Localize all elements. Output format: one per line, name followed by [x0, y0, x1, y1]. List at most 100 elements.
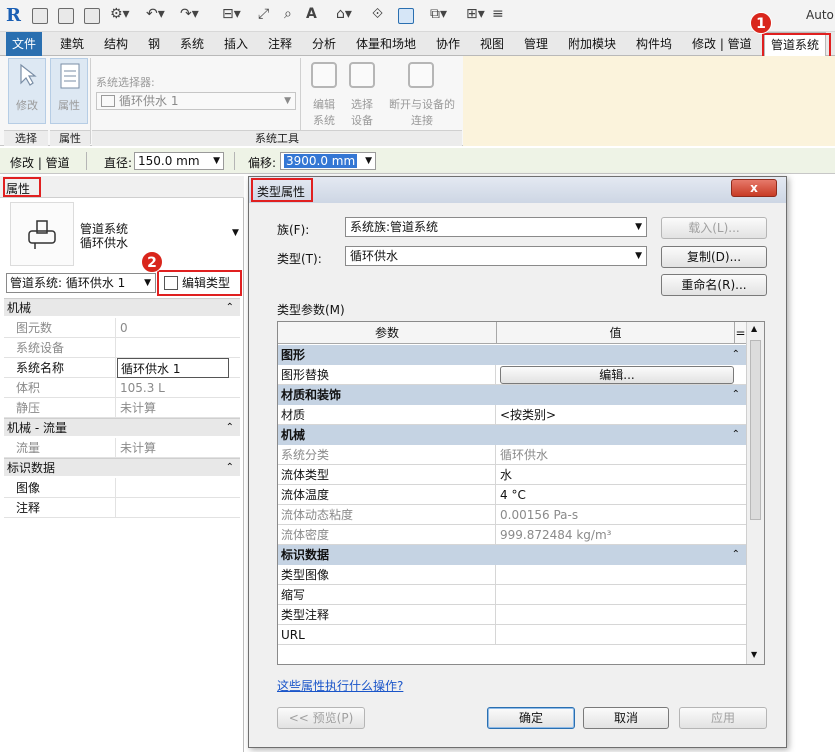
thin-lines-icon[interactable] [398, 8, 414, 24]
revit-logo-icon[interactable]: R [6, 5, 21, 26]
parameter-value[interactable]: 水 [497, 465, 746, 485]
scroll-up-icon[interactable]: ▲ [751, 324, 757, 333]
property-row[interactable]: 图元数 0 [4, 318, 240, 338]
parameter-value[interactable]: 999.872484 kg/m³ [497, 525, 746, 545]
parameter-group[interactable]: 材质和装饰 ⌃ [278, 385, 746, 405]
duplicate-button[interactable]: 复制(D)... [661, 246, 767, 268]
property-row[interactable]: 系统名称 循环供水 1 [4, 358, 240, 378]
ok-button[interactable]: 确定 [487, 707, 575, 729]
property-row[interactable]: 静压 未计算 [4, 398, 240, 418]
system-selector-dropdown[interactable]: 循环供水 1 ▼ [96, 92, 296, 110]
parameter-row[interactable]: 流体密度 999.872484 kg/m³ [278, 525, 746, 545]
property-row[interactable]: 体积 105.3 L [4, 378, 240, 398]
property-row[interactable]: 图像 [4, 478, 240, 498]
scroll-down-icon[interactable]: ▼ [751, 650, 757, 659]
redo-icon[interactable]: ↷▾ [180, 6, 199, 22]
modify-button[interactable]: 修改 [8, 58, 46, 124]
settings-icon[interactable]: ⊞▾ [466, 6, 485, 22]
tag-icon[interactable]: ⌕ [284, 6, 292, 22]
offset-value[interactable]: 3900.0 mm [284, 154, 358, 168]
parameter-value[interactable]: 4 °C [497, 485, 746, 505]
customize-toolbar-icon[interactable]: ≡ [492, 6, 504, 22]
load-button[interactable]: 载入(L)... [661, 217, 767, 239]
property-group[interactable]: 标识数据 ⌃ [4, 458, 240, 476]
tab-component-dock[interactable]: 构件坞 [630, 32, 678, 56]
edit-system-label-2[interactable]: 系统 [304, 112, 344, 128]
disconnect-label-1[interactable]: 断开与设备的 [382, 96, 462, 112]
property-row[interactable]: 注释 [4, 498, 240, 518]
close-icon[interactable]: x [731, 179, 777, 197]
help-link[interactable]: 这些属性执行什么操作? [277, 677, 403, 694]
sync-icon[interactable]: ⚙▾ [110, 6, 130, 22]
collapse-chevron-icon[interactable]: ⌃ [226, 419, 234, 437]
tab-file[interactable]: 文件 [6, 32, 43, 56]
disconnect-label-2[interactable]: 连接 [382, 112, 462, 128]
instance-filter-dropdown[interactable]: 管道系统: 循环供水 1 ▼ [6, 273, 156, 293]
property-value[interactable]: 0 [117, 318, 229, 338]
parameter-value[interactable] [497, 585, 746, 605]
parameter-row[interactable]: 缩写 [278, 585, 746, 605]
parameter-value[interactable] [497, 605, 746, 625]
tab-modify-pipes[interactable]: 修改 | 管道 [686, 32, 758, 56]
preview-button[interactable]: << 预览(P) [277, 707, 365, 729]
property-value[interactable]: 105.3 L [117, 378, 229, 398]
save-icon[interactable] [84, 8, 100, 24]
property-value[interactable] [117, 478, 229, 498]
collapse-chevron-icon[interactable]: ⌃ [226, 459, 234, 477]
parameter-value[interactable]: 0.00156 Pa-s [497, 505, 746, 525]
panel-system-tools-label[interactable]: 系统工具 [92, 130, 462, 146]
dimension-icon[interactable]: ⤢ [258, 6, 269, 22]
collapse-chevron-icon[interactable]: ⌃ [732, 385, 740, 405]
tab-systems[interactable]: 系统 [174, 32, 210, 56]
parameter-value[interactable]: 循环供水 [497, 445, 746, 465]
scroll-thumb[interactable] [750, 340, 761, 520]
collapse-chevron-icon[interactable]: ⌃ [226, 299, 234, 317]
panel-select-label[interactable]: 选择 [4, 130, 48, 146]
property-value[interactable] [117, 338, 229, 358]
property-group[interactable]: 机械 ⌃ [4, 298, 240, 316]
disconnect-equipment-icon[interactable] [408, 62, 434, 88]
tab-annotate[interactable]: 注释 [262, 32, 298, 56]
diameter-dropdown[interactable]: 150.0 mm ▼ [134, 152, 224, 170]
column-header-value[interactable]: 值 [497, 322, 735, 344]
parameter-row[interactable]: 图形替换 编辑... [278, 365, 746, 385]
edit-graphics-button[interactable]: 编辑... [500, 366, 734, 384]
parameter-row[interactable]: 流体温度 4 °C [278, 485, 746, 505]
parameter-row[interactable]: 流体动态粘度 0.00156 Pa-s [278, 505, 746, 525]
tab-view[interactable]: 视图 [474, 32, 510, 56]
column-header-parameter[interactable]: 参数 [278, 322, 497, 344]
tab-structure[interactable]: 结构 [98, 32, 134, 56]
tab-analyze[interactable]: 分析 [306, 32, 342, 56]
tab-steel[interactable]: 钢 [142, 32, 166, 56]
tab-insert[interactable]: 插入 [218, 32, 254, 56]
column-header-formula[interactable]: = [735, 322, 746, 344]
undo-icon[interactable]: ↶▾ [146, 6, 165, 22]
tab-architecture[interactable]: 建筑 [54, 32, 90, 56]
tab-collaborate[interactable]: 协作 [430, 32, 466, 56]
tab-addins[interactable]: 附加模块 [562, 32, 622, 56]
3d-view-icon[interactable]: ⌂▾ [336, 6, 352, 22]
parameter-row[interactable]: 材质 <按类别> [278, 405, 746, 425]
parameter-group[interactable]: 图形 ⌃ [278, 345, 746, 365]
edit-system-label-1[interactable]: 编辑 [304, 96, 344, 112]
parameter-row[interactable]: 流体类型水 [278, 465, 746, 485]
parameter-group[interactable]: 标识数据 ⌃ [278, 545, 746, 565]
property-value[interactable]: 未计算 [117, 438, 229, 458]
select-equipment-label-1[interactable]: 选择 [342, 96, 382, 112]
parameter-value[interactable] [497, 625, 746, 645]
select-equipment-icon[interactable] [349, 62, 375, 88]
parameter-value[interactable] [497, 565, 746, 585]
collapse-chevron-icon[interactable]: ⌃ [732, 345, 740, 365]
collapse-chevron-icon[interactable]: ⌃ [732, 545, 740, 565]
offset-dropdown[interactable]: 3900.0 mm ▼ [280, 152, 376, 170]
property-row[interactable]: 流量 未计算 [4, 438, 240, 458]
grid-scrollbar[interactable]: ▲ ▼ [746, 322, 764, 664]
tab-massing-site[interactable]: 体量和场地 [350, 32, 422, 56]
edit-system-icon[interactable] [311, 62, 337, 88]
parameter-group[interactable]: 机械 ⌃ [278, 425, 746, 445]
panel-properties-label[interactable]: 属性 [50, 130, 90, 146]
apply-button[interactable]: 应用 [679, 707, 767, 729]
parameter-row[interactable]: URL [278, 625, 746, 645]
collapse-chevron-icon[interactable]: ⌃ [732, 425, 740, 445]
select-equipment-label-2[interactable]: 设备 [342, 112, 382, 128]
